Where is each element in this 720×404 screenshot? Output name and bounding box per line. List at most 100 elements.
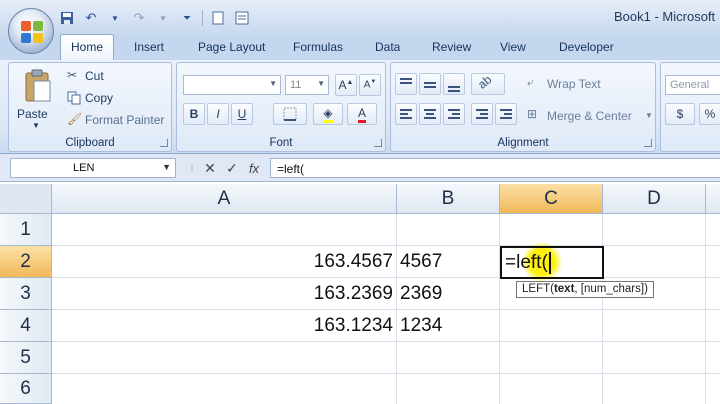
wrap-text-icon: ⤶ [527,75,534,89]
row-header-6[interactable]: 6 [0,374,52,404]
tab-data[interactable]: Data [375,40,400,54]
function-tooltip[interactable]: LEFT(text, [num_chars]) [516,281,654,298]
cell-b4[interactable]: 1234 [397,310,500,342]
currency-icon: $ [676,107,684,121]
borders-icon [283,107,297,121]
undo-icon[interactable]: ↶ [82,9,100,27]
increase-indent-icon[interactable] [495,103,517,125]
wrap-text-button[interactable]: ⤶ Wrap Text [527,75,647,93]
copy-label: Copy [85,91,114,105]
italic-button[interactable]: I [207,103,229,125]
bold-button[interactable]: B [183,103,205,125]
shrink-font-button[interactable]: A▼ [359,74,381,96]
number-format-value: General [670,79,710,91]
font-launcher-icon[interactable] [374,139,382,147]
font-size-combo[interactable]: 11 ▼ [285,75,329,95]
percent-button[interactable]: % [699,103,720,125]
middle-align-icon[interactable] [419,73,441,95]
fill-color-button[interactable]: ◈ [313,103,343,125]
save-icon[interactable] [58,9,76,27]
row-header-1[interactable]: 1 [0,214,52,246]
cell-c2-text: =left( [505,251,548,273]
cell-c2-active[interactable]: =left( [500,246,604,279]
customize-qat-icon[interactable]: ⏷ [178,9,196,27]
merge-center-button[interactable]: ⊞ Merge & Center ▼ [527,107,653,125]
formula-bar-grip-icon: ⁞ [190,163,194,173]
formula-input[interactable]: =left( [270,158,720,178]
open-icon[interactable] [233,9,251,27]
text-cursor [548,251,551,274]
number-format-combo[interactable]: General [665,75,720,95]
font-name-combo[interactable]: ▼ [183,75,281,95]
row-header-4[interactable]: 4 [0,310,52,342]
column-header-e[interactable] [706,184,720,214]
enter-icon[interactable]: ✓ [222,157,242,179]
cell-b2[interactable]: 4567 [397,246,500,278]
grow-font-button[interactable]: A▲ [335,74,357,96]
cut-button[interactable]: ✂ Cut [67,67,167,85]
new-document-icon[interactable] [209,9,227,27]
cell-a2[interactable]: 163.4567 [52,246,397,278]
decrease-indent-icon[interactable] [471,103,493,125]
column-header-a[interactable]: A [52,184,397,214]
redo-icon[interactable]: ↷ [130,9,148,27]
clipboard-launcher-icon[interactable] [160,139,168,147]
row-header-3[interactable]: 3 [0,278,52,310]
name-box[interactable]: LEN ▼ [10,158,176,178]
cell-b3[interactable]: 2369 [397,278,500,310]
undo-dropdown-icon[interactable]: ▼ [106,9,124,27]
copy-button[interactable]: Copy [67,89,167,107]
format-painter-label: Format Painter [85,113,165,127]
select-all-corner[interactable] [0,184,52,214]
tab-page-layout[interactable]: Page Layout [198,40,265,54]
orientation-icon[interactable]: ab [471,72,505,95]
name-box-value: LEN [73,162,95,174]
borders-button[interactable] [273,103,307,125]
tab-home[interactable]: Home [60,34,115,60]
merge-icon: ⊞ [527,107,538,121]
tab-formulas[interactable]: Formulas [293,40,343,54]
office-logo-icon [21,21,43,43]
tab-developer[interactable]: Developer [559,40,614,54]
number-group: General $ % [660,62,720,152]
column-header-c[interactable]: C [500,184,603,214]
paste-button[interactable]: Paste ▼ [15,67,61,133]
bold-icon: B [189,107,199,121]
align-right-icon[interactable] [443,103,465,125]
row-header-5[interactable]: 5 [0,342,52,374]
column-header-b[interactable]: B [397,184,500,214]
office-button[interactable] [8,8,54,54]
chevron-down-icon: ▼ [269,79,277,88]
cancel-icon[interactable]: ✕ [200,157,220,179]
bottom-align-icon[interactable] [443,73,465,95]
tab-review[interactable]: Review [432,40,471,54]
insert-function-icon[interactable]: fx [244,157,264,179]
clipboard-group: Paste ▼ ✂ Cut Copy 🖌 Format Painter Clip… [8,62,172,152]
column-header-d[interactable]: D [603,184,706,214]
ribbon-tabs: Home Insert Page Layout Formulas Data Re… [0,34,720,60]
font-color-icon: A [357,106,366,123]
chevron-down-icon: ▼ [645,111,653,120]
align-center-icon[interactable] [419,103,441,125]
tooltip-remaining-args: , [num_chars]) [574,283,648,295]
font-group: ▼ 11 ▼ A▲ A▼ B I U ◈ A Font [176,62,386,152]
alignment-launcher-icon[interactable] [644,139,652,147]
brush-icon: 🖌 [67,112,83,126]
paste-label: Paste [17,107,48,121]
cell-a4[interactable]: 163.1234 [52,310,397,342]
align-left-icon[interactable] [395,103,417,125]
tab-insert[interactable]: Insert [134,40,164,54]
cell-a3[interactable]: 163.2369 [52,278,397,310]
top-align-icon[interactable] [395,73,417,95]
paste-dropdown-icon[interactable]: ▼ [32,121,40,130]
redo-dropdown-icon[interactable]: ▼ [154,9,172,27]
currency-button[interactable]: $ [665,103,695,125]
row-header-2[interactable]: 2 [0,246,52,278]
fx-label: fx [248,160,260,176]
window-title: Book1 - Microsoft [614,9,716,24]
tab-view[interactable]: View [500,40,526,54]
underline-button[interactable]: U [231,103,253,125]
format-painter-button[interactable]: 🖌 Format Painter [67,111,171,129]
copy-icon [67,91,81,105]
font-color-button[interactable]: A [347,103,377,125]
